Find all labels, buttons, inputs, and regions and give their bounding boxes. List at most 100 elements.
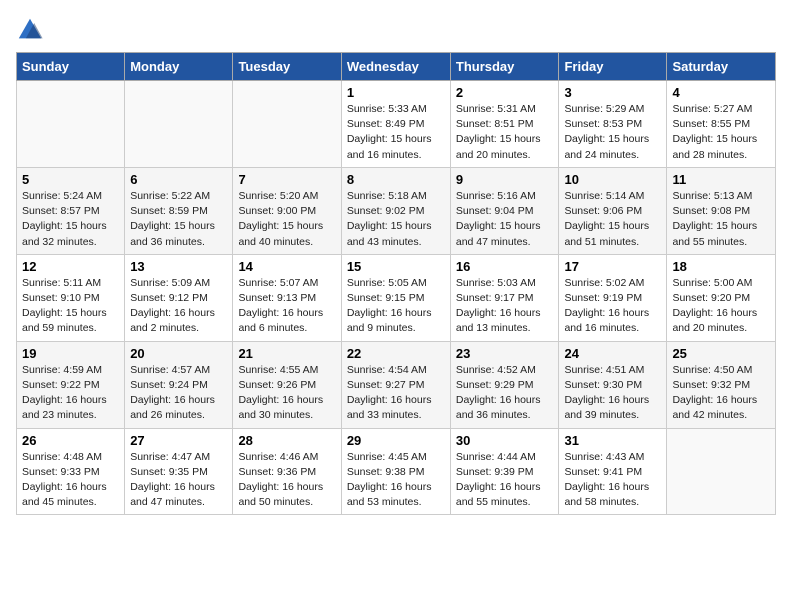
day-info: Sunrise: 5:11 AM Sunset: 9:10 PM Dayligh… [22,276,119,337]
day-info: Sunrise: 5:07 AM Sunset: 9:13 PM Dayligh… [238,276,335,337]
day-info: Sunrise: 4:50 AM Sunset: 9:32 PM Dayligh… [672,363,770,424]
day-number: 8 [347,172,445,187]
calendar-cell: 3Sunrise: 5:29 AM Sunset: 8:53 PM Daylig… [559,81,667,168]
day-number: 17 [564,259,661,274]
day-info: Sunrise: 5:16 AM Sunset: 9:04 PM Dayligh… [456,189,554,250]
day-info: Sunrise: 5:18 AM Sunset: 9:02 PM Dayligh… [347,189,445,250]
day-info: Sunrise: 5:20 AM Sunset: 9:00 PM Dayligh… [238,189,335,250]
day-number: 18 [672,259,770,274]
day-number: 23 [456,346,554,361]
day-info: Sunrise: 4:52 AM Sunset: 9:29 PM Dayligh… [456,363,554,424]
calendar-cell: 31 Sunrise: 4:43 AM Sunset: 9:41 PM Dayli… [559,428,667,515]
calendar-header-saturday: Saturday [667,53,776,81]
day-number: 7 [238,172,335,187]
calendar-cell: 5 Sunrise: 5:24 AM Sunset: 8:57 PM Daylig… [17,167,125,254]
day-info: Sunrise: 5:24 AM Sunset: 8:57 PM Dayligh… [22,189,119,250]
calendar-cell: 8 Sunrise: 5:18 AM Sunset: 9:02 PM Daylig… [341,167,450,254]
calendar-header-tuesday: Tuesday [233,53,341,81]
day-info: Sunrise: 5:03 AM Sunset: 9:17 PM Dayligh… [456,276,554,337]
day-number: 2 [456,85,554,100]
day-number: 29 [347,433,445,448]
day-number: 27 [130,433,227,448]
day-info: Sunrise: 5:00 AM Sunset: 9:20 PM Dayligh… [672,276,770,337]
calendar-header-monday: Monday [125,53,233,81]
day-info: Sunrise: 5:02 AM Sunset: 9:19 PM Dayligh… [564,276,661,337]
day-info: Sunrise: 4:59 AM Sunset: 9:22 PM Dayligh… [22,363,119,424]
calendar-cell: 29 Sunrise: 4:45 AM Sunset: 9:38 PM Dayli… [341,428,450,515]
calendar-header-sunday: Sunday [17,53,125,81]
calendar-cell: 15Sunrise: 5:05 AM Sunset: 9:15 PM Dayli… [341,254,450,341]
day-number: 13 [130,259,227,274]
calendar-cell: 4 Sunrise: 5:27 AM Sunset: 8:55 PM Daylig… [667,81,776,168]
day-info: Sunrise: 5:09 AM Sunset: 9:12 PM Dayligh… [130,276,227,337]
calendar-cell: 6 Sunrise: 5:22 AM Sunset: 8:59 PM Daylig… [125,167,233,254]
day-number: 31 [564,433,661,448]
calendar-cell: 19 Sunrise: 4:59 AM Sunset: 9:22 PM Dayli… [17,341,125,428]
day-info: Sunrise: 4:54 AM Sunset: 9:27 PM Dayligh… [347,363,445,424]
day-info: Sunrise: 4:51 AM Sunset: 9:30 PM Dayligh… [564,363,661,424]
day-info: Sunrise: 5:27 AM Sunset: 8:55 PM Dayligh… [672,102,770,163]
day-info: Sunrise: 5:22 AM Sunset: 8:59 PM Dayligh… [130,189,227,250]
day-info: Sunrise: 4:43 AM Sunset: 9:41 PM Dayligh… [564,450,661,511]
day-info: Sunrise: 5:13 AM Sunset: 9:08 PM Dayligh… [672,189,770,250]
calendar-table: SundayMondayTuesdayWednesdayThursdayFrid… [16,52,776,515]
calendar-cell [667,428,776,515]
calendar-cell: 7 Sunrise: 5:20 AM Sunset: 9:00 PM Daylig… [233,167,341,254]
calendar-header-friday: Friday [559,53,667,81]
calendar-week-2: 5 Sunrise: 5:24 AM Sunset: 8:57 PM Daylig… [17,167,776,254]
calendar-cell [125,81,233,168]
header [16,16,776,44]
day-number: 26 [22,433,119,448]
calendar-header-wednesday: Wednesday [341,53,450,81]
calendar-cell [233,81,341,168]
day-number: 24 [564,346,661,361]
calendar-cell: 24 Sunrise: 4:51 AM Sunset: 9:30 PM Dayli… [559,341,667,428]
calendar-week-1: 1 Sunrise: 5:33 AM Sunset: 8:49 PM Daylig… [17,81,776,168]
day-number: 4 [672,85,770,100]
day-number: 9 [456,172,554,187]
day-number: 22 [347,346,445,361]
calendar-cell: 28Sunrise: 4:46 AM Sunset: 9:36 PM Dayli… [233,428,341,515]
calendar-body: 1 Sunrise: 5:33 AM Sunset: 8:49 PM Daylig… [17,81,776,515]
day-number: 30 [456,433,554,448]
day-number: 1 [347,85,445,100]
calendar-cell: 27 Sunrise: 4:47 AM Sunset: 9:35 PM Dayli… [125,428,233,515]
day-number: 14 [238,259,335,274]
calendar-cell [17,81,125,168]
day-number: 11 [672,172,770,187]
calendar-cell: 30Sunrise: 4:44 AM Sunset: 9:39 PM Dayli… [450,428,559,515]
calendar-cell: 20 Sunrise: 4:57 AM Sunset: 9:24 PM Dayli… [125,341,233,428]
calendar-cell: 11 Sunrise: 5:13 AM Sunset: 9:08 PM Dayli… [667,167,776,254]
calendar-cell: 14 Sunrise: 5:07 AM Sunset: 9:13 PM Dayli… [233,254,341,341]
calendar-cell: 21Sunrise: 4:55 AM Sunset: 9:26 PM Dayli… [233,341,341,428]
calendar-header: SundayMondayTuesdayWednesdayThursdayFrid… [17,53,776,81]
calendar-week-5: 26Sunrise: 4:48 AM Sunset: 9:33 PM Dayli… [17,428,776,515]
day-info: Sunrise: 5:31 AM Sunset: 8:51 PM Dayligh… [456,102,554,163]
calendar-cell: 23 Sunrise: 4:52 AM Sunset: 9:29 PM Dayli… [450,341,559,428]
calendar-cell: 18 Sunrise: 5:00 AM Sunset: 9:20 PM Dayli… [667,254,776,341]
calendar-cell: 12 Sunrise: 5:11 AM Sunset: 9:10 PM Dayli… [17,254,125,341]
day-number: 5 [22,172,119,187]
calendar-cell: 17 Sunrise: 5:02 AM Sunset: 9:19 PM Dayli… [559,254,667,341]
logo-icon [16,16,44,44]
day-number: 6 [130,172,227,187]
calendar-header-thursday: Thursday [450,53,559,81]
day-number: 20 [130,346,227,361]
calendar-cell: 1 Sunrise: 5:33 AM Sunset: 8:49 PM Daylig… [341,81,450,168]
calendar-cell: 10Sunrise: 5:14 AM Sunset: 9:06 PM Dayli… [559,167,667,254]
calendar-week-4: 19 Sunrise: 4:59 AM Sunset: 9:22 PM Dayli… [17,341,776,428]
calendar-cell: 2 Sunrise: 5:31 AM Sunset: 8:51 PM Daylig… [450,81,559,168]
day-info: Sunrise: 5:05 AM Sunset: 9:15 PM Dayligh… [347,276,445,337]
day-number: 12 [22,259,119,274]
day-number: 3 [564,85,661,100]
day-info: Sunrise: 5:33 AM Sunset: 8:49 PM Dayligh… [347,102,445,163]
day-info: Sunrise: 4:46 AM Sunset: 9:36 PM Dayligh… [238,450,335,511]
day-info: Sunrise: 4:47 AM Sunset: 9:35 PM Dayligh… [130,450,227,511]
calendar-cell: 16Sunrise: 5:03 AM Sunset: 9:17 PM Dayli… [450,254,559,341]
day-number: 19 [22,346,119,361]
day-info: Sunrise: 4:57 AM Sunset: 9:24 PM Dayligh… [130,363,227,424]
day-number: 25 [672,346,770,361]
day-info: Sunrise: 5:14 AM Sunset: 9:06 PM Dayligh… [564,189,661,250]
day-info: Sunrise: 4:45 AM Sunset: 9:38 PM Dayligh… [347,450,445,511]
calendar-cell: 26Sunrise: 4:48 AM Sunset: 9:33 PM Dayli… [17,428,125,515]
